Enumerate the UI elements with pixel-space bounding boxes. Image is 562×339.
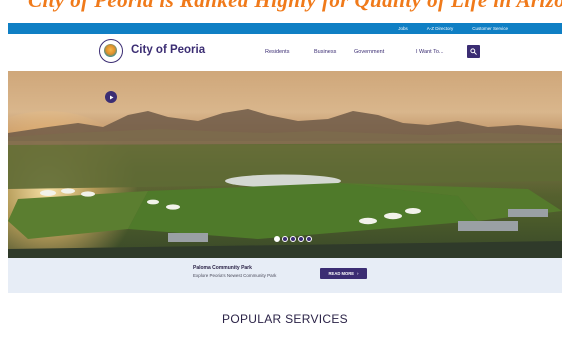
top-banner: City of Peoria is Ranked Highly for Qual… — [0, 0, 562, 22]
carousel-play-button[interactable] — [105, 91, 117, 103]
top-banner-text: City of Peoria is Ranked Highly for Qual… — [28, 0, 562, 12]
carousel-dot-2[interactable] — [282, 236, 288, 242]
carousel-dot-3[interactable] — [290, 236, 296, 242]
utility-link-a-z-directory[interactable]: A-Z Directory — [427, 26, 454, 31]
utility-link-customer-service[interactable]: Customer Service — [472, 26, 508, 31]
read-more-button[interactable]: READ MORE › — [320, 268, 367, 279]
utility-bar: Jobs A-Z Directory Customer Service — [8, 23, 562, 34]
caption-subtitle: Explore Peoria's Newest Community Park — [193, 273, 277, 278]
carousel-dot-5[interactable] — [306, 236, 312, 242]
nav-government[interactable]: Government — [354, 49, 384, 55]
popular-services-heading: POPULAR SERVICES — [222, 312, 348, 326]
nav-i-want-to[interactable]: I Want To... — [416, 49, 444, 55]
play-icon — [109, 95, 113, 99]
carousel-dot-4[interactable] — [298, 236, 304, 242]
carousel-dot-1[interactable] — [274, 236, 280, 242]
site-header: City of Peoria Residents Business Govern… — [8, 34, 562, 71]
carousel-dots — [274, 236, 312, 242]
read-more-label: READ MORE — [328, 271, 355, 276]
utility-link-jobs[interactable]: Jobs — [398, 26, 408, 31]
search-icon — [470, 48, 477, 55]
hero-carousel[interactable] — [8, 71, 562, 258]
nav-business[interactable]: Business — [314, 49, 336, 55]
caption-title: Paloma Community Park — [193, 265, 252, 271]
search-button[interactable] — [467, 45, 480, 58]
chevron-right-icon: › — [357, 271, 359, 276]
popular-services-section: POPULAR SERVICES — [8, 293, 562, 339]
hero-caption-bar: Paloma Community Park Explore Peoria's N… — [8, 258, 562, 293]
nav-residents[interactable]: Residents — [265, 49, 289, 55]
hero-landscape-image — [8, 109, 562, 258]
